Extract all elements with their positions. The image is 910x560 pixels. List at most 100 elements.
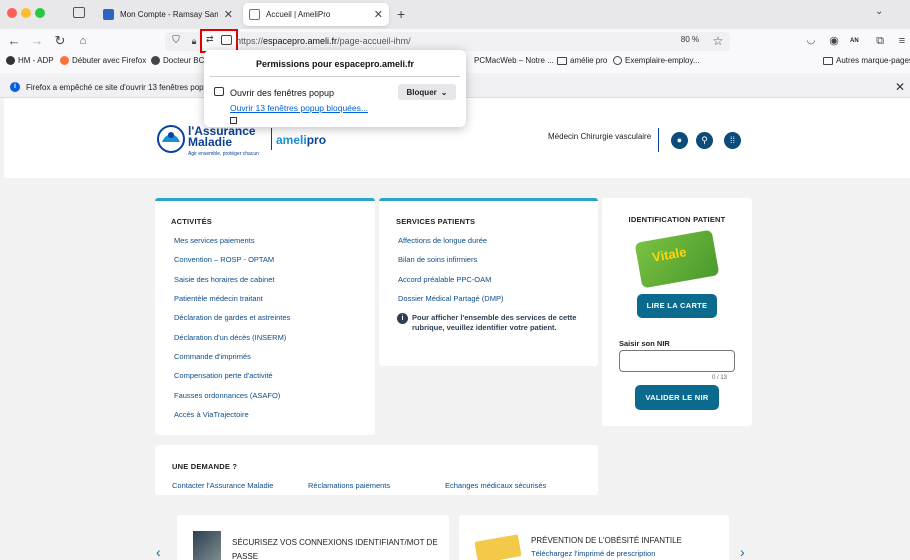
service-link[interactable]: Accord préalable PPC-OAM	[398, 275, 491, 284]
validate-nir-button[interactable]: VALIDER LE NIR	[635, 385, 719, 410]
bookmark-exemplaire[interactable]: Exemplaire-employ...	[613, 56, 700, 65]
folder-icon	[557, 56, 567, 65]
open-blocked-popups-link[interactable]: Ouvrir 13 fenêtres popup bloquées...	[230, 103, 368, 113]
activite-link[interactable]: Fausses ordonnances (ASAFO)	[174, 391, 280, 400]
globe-icon	[613, 56, 622, 65]
pocket-icon[interactable]: ◡	[803, 33, 819, 49]
demande-link[interactable]: Echanges médicaux sécurisés	[445, 481, 546, 490]
read-card-button[interactable]: LIRE LA CARTE	[637, 294, 717, 318]
popup-divider	[210, 76, 460, 77]
back-arrow-icon[interactable]: ←	[6, 33, 22, 49]
firefox-icon	[60, 56, 69, 65]
logo-divider	[271, 128, 272, 150]
logo-line2: Maladie	[188, 135, 233, 149]
services-info-text: Pour afficher l'ensemble des services de…	[412, 313, 577, 332]
bookmark-label: Autres marque-pages	[836, 56, 910, 65]
url-domain: espacepro.ameli.fr	[263, 36, 338, 46]
service-link[interactable]: Affections de longue durée	[398, 236, 487, 245]
carousel-next-arrow-icon[interactable]: ›	[740, 544, 745, 560]
bookmark-favicon-icon	[151, 56, 160, 65]
carousel-prev-arrow-icon[interactable]: ‹	[156, 544, 161, 560]
promo-subtitle-link[interactable]: Téléchargez l'imprimé de prescription	[531, 549, 655, 558]
nir-label: Saisir son NIR	[619, 339, 670, 348]
close-tab-icon[interactable]: ✕	[224, 8, 233, 21]
popup-checkbox[interactable]	[230, 117, 237, 124]
extension-icon[interactable]: AN	[850, 38, 859, 44]
activites-title: ACTIVITÉS	[171, 217, 212, 226]
popup-permission-label: Ouvrir des fenêtres popup	[230, 88, 335, 98]
tab-overview-icon[interactable]	[73, 7, 85, 18]
bookmark-amelie-pro[interactable]: amélie pro	[557, 56, 607, 65]
bookmark-hm-adp[interactable]: HM - ADP	[6, 56, 54, 65]
folder-icon	[823, 56, 833, 65]
bookmark-debuter-firefox[interactable]: Débuter avec Firefox	[60, 56, 146, 65]
popup-title: Permissions pour espacepro.ameli.fr	[255, 59, 415, 69]
close-window-button[interactable]	[7, 8, 17, 18]
identification-title: IDENTIFICATION PATIENT	[628, 215, 726, 224]
assurance-maladie-logo-icon[interactable]	[156, 124, 186, 154]
close-notification-icon[interactable]: ✕	[895, 80, 905, 94]
service-link[interactable]: Bilan de soins infirmiers	[398, 255, 477, 264]
maximize-window-button[interactable]	[35, 8, 45, 18]
tab-title: Mon Compte - Ramsay Santé -	[120, 10, 218, 19]
bookmark-favicon-icon	[6, 56, 15, 65]
activite-link[interactable]: Déclaration de gardes et astreintes	[174, 313, 290, 322]
activite-link[interactable]: Déclaration d'un décès (INSERM)	[174, 333, 286, 342]
ameli-favicon-icon	[249, 9, 260, 20]
activite-link[interactable]: Mes services paiements	[174, 236, 254, 245]
blocked-popup-icon	[221, 35, 232, 45]
info-icon: i	[397, 313, 408, 324]
menu-icon[interactable]: ≡	[894, 33, 910, 49]
info-icon: i	[10, 82, 20, 92]
url-path: /page-accueil-ihm/	[337, 36, 411, 46]
demande-link[interactable]: Contacter l'Assurance Maladie	[172, 481, 273, 490]
home-icon[interactable]: ⌂	[75, 33, 91, 49]
bookmark-autres[interactable]: Autres marque-pages	[823, 56, 910, 65]
bookmark-label: Docteur BC	[163, 56, 205, 65]
user-account-icon[interactable]: ●	[671, 132, 688, 149]
activite-link[interactable]: Convention – ROSP - OPTAM	[174, 255, 274, 264]
account-icon[interactable]: ◉	[826, 33, 842, 49]
keyboard-security-image	[193, 531, 221, 560]
list-tabs-chevron-icon[interactable]: ⌄	[875, 6, 883, 17]
tab-amelipro[interactable]: Accueil | AmeliPro ✕	[243, 3, 389, 26]
bookmark-label: HM - ADP	[18, 56, 54, 65]
permissions-sliders-icon: ⇄	[206, 34, 214, 44]
extensions-puzzle-icon[interactable]: ⧉	[872, 33, 888, 49]
popup-permission-select[interactable]: Bloquer ⌄	[398, 84, 456, 100]
demande-title: UNE DEMANDE ?	[172, 462, 238, 471]
zoom-level[interactable]: 80 %	[676, 32, 704, 47]
services-patients-title: SERVICES PATIENTS	[396, 217, 476, 226]
bookmark-docteur-bc[interactable]: Docteur BC	[151, 56, 204, 65]
close-tab-icon[interactable]: ✕	[374, 8, 383, 21]
demande-link[interactable]: Réclamations paiements	[308, 481, 390, 490]
chevron-down-icon: ⌄	[440, 87, 448, 97]
url-text: https://espacepro.ameli.fr/page-accueil-…	[236, 36, 411, 46]
tab-ramsay[interactable]: Mon Compte - Ramsay Santé - ✕	[97, 3, 239, 26]
activite-link[interactable]: Compensation perte d'activité	[174, 371, 273, 380]
apps-grid-icon[interactable]: ⁞⁞	[724, 132, 741, 149]
activite-link[interactable]: Saisie des horaires de cabinet	[174, 275, 274, 284]
activite-link[interactable]: Commande d'imprimés	[174, 352, 251, 361]
shield-icon[interactable]: ⛉	[168, 33, 184, 49]
url-prefix: https://	[236, 36, 264, 46]
new-tab-button[interactable]: +	[397, 6, 405, 22]
reload-icon[interactable]: ↻	[52, 33, 68, 49]
header-divider	[658, 128, 659, 152]
activite-link[interactable]: Patientèle médecin traitant	[174, 294, 263, 303]
product-pro: pro	[306, 133, 327, 147]
nir-char-count: 0 / 13	[712, 375, 728, 381]
nir-input[interactable]	[619, 350, 735, 372]
service-link[interactable]: Dossier Médical Partagé (DMP)	[398, 294, 503, 303]
location-pin-icon[interactable]: ⚲	[696, 132, 713, 149]
logo-wordmark: l'Assurance Maladie	[188, 125, 256, 149]
notification-text: Firefox a empêché ce site d'ouvrir 13 fe…	[26, 83, 213, 92]
bookmark-star-icon[interactable]: ☆	[710, 33, 726, 49]
activite-link[interactable]: Accès à ViaTrajectoire	[174, 410, 249, 419]
bookmark-pcmacweb[interactable]: PCMacWeb – Notre ...	[474, 56, 554, 65]
select-value: Bloquer	[406, 87, 437, 97]
minimize-window-button[interactable]	[21, 8, 31, 18]
bookmark-label: Exemplaire-employ...	[625, 56, 700, 65]
forward-arrow-icon[interactable]: →	[29, 33, 45, 49]
promo-title: PRÉVENTION DE L'OBÉSITÉ INFANTILE	[531, 536, 682, 545]
